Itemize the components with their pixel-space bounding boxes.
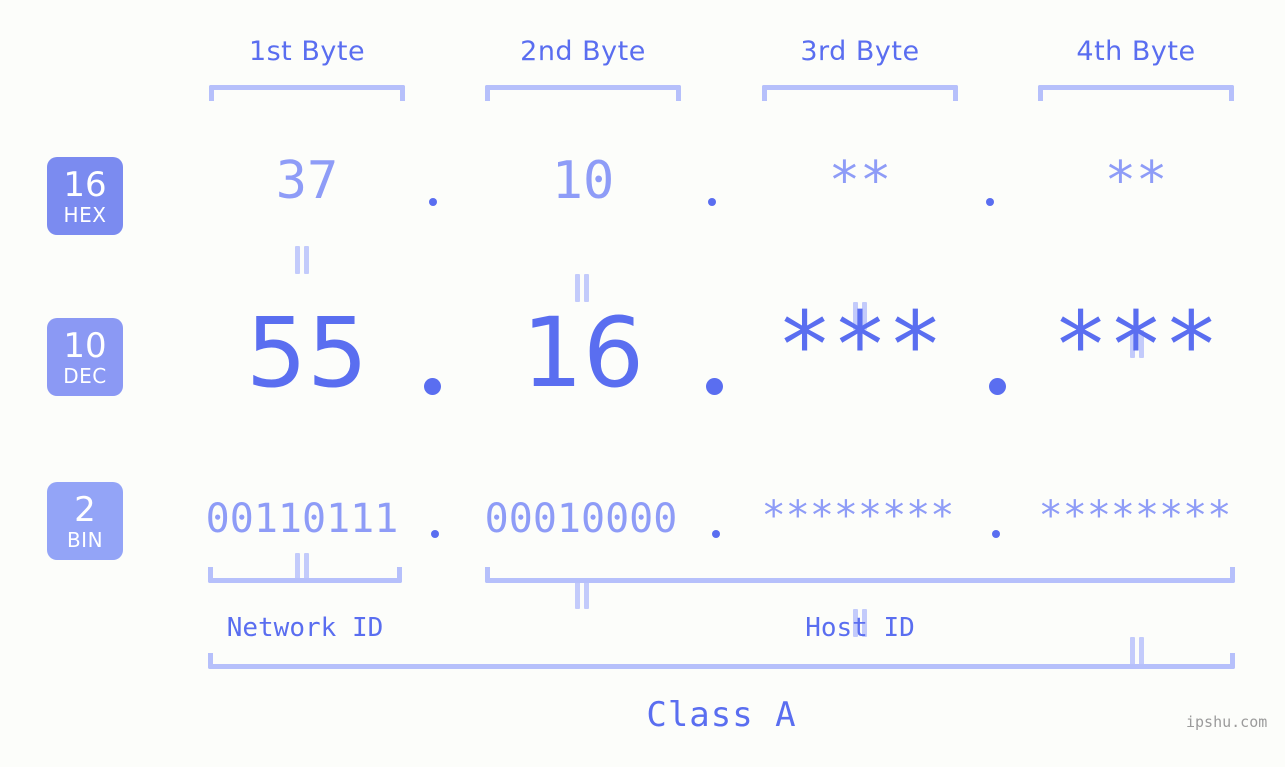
base-badge-hex-number: 16 xyxy=(63,164,107,205)
host-id-bracket xyxy=(485,567,1235,583)
hex-value-byte-3: ** xyxy=(828,151,892,211)
base-badge-bin-name: BIN xyxy=(66,527,104,552)
bin-value-byte-4: ******** xyxy=(1038,493,1232,539)
byte-bracket-3 xyxy=(762,85,958,101)
base-badge-dec-name: DEC xyxy=(63,363,107,388)
host-id-label: Host ID xyxy=(805,613,915,643)
hex-value-byte-1: 37 xyxy=(275,151,339,211)
base-badge-hex: 16 HEX xyxy=(47,157,123,235)
byte-header-label-2: 2nd Byte xyxy=(520,36,646,67)
byte-header-label-1: 1st Byte xyxy=(248,36,366,67)
dec-value-byte-3: *** xyxy=(776,292,944,399)
hex-value-byte-4: ** xyxy=(1104,151,1168,211)
dec-value-byte-2: 16 xyxy=(521,297,645,409)
hex-separator-dot-2 xyxy=(708,198,716,206)
equals-symbol-hex-dec-1 xyxy=(293,246,311,274)
watermark-text: ipshu.com xyxy=(1186,713,1268,731)
hex-value-byte-2: 10 xyxy=(551,151,615,211)
bin-value-byte-1: 00110111 xyxy=(205,496,399,542)
dec-value-byte-1: 55 xyxy=(245,297,369,409)
bin-value-byte-3: ******** xyxy=(761,493,955,539)
dec-separator-dot-1 xyxy=(424,378,441,395)
network-id-bracket xyxy=(208,567,402,583)
ip-address-breakdown-diagram: 1st Byte 2nd Byte 3rd Byte 4th Byte 16 H… xyxy=(0,0,1285,767)
hex-separator-dot-1 xyxy=(429,198,437,206)
dec-value-byte-4: *** xyxy=(1052,292,1220,399)
byte-bracket-2 xyxy=(485,85,681,101)
dec-separator-dot-2 xyxy=(706,378,723,395)
base-badge-bin-number: 2 xyxy=(74,489,96,530)
byte-header-label-3: 3rd Byte xyxy=(800,36,920,67)
base-badge-dec: 10 DEC xyxy=(47,318,123,396)
hex-separator-dot-3 xyxy=(986,198,994,206)
bin-separator-dot-2 xyxy=(712,530,720,538)
equals-symbol-dec-bin-2 xyxy=(573,581,591,609)
dec-separator-dot-3 xyxy=(989,378,1006,395)
byte-bracket-4 xyxy=(1038,85,1234,101)
byte-bracket-1 xyxy=(209,85,405,101)
base-badge-bin: 2 BIN xyxy=(47,482,123,560)
class-label: Class A xyxy=(646,695,797,735)
bin-separator-dot-3 xyxy=(992,530,1000,538)
network-id-label: Network ID xyxy=(226,613,384,643)
class-bracket xyxy=(208,653,1235,669)
base-badge-dec-number: 10 xyxy=(63,325,107,366)
byte-header-label-4: 4th Byte xyxy=(1076,36,1196,67)
bin-separator-dot-1 xyxy=(431,530,439,538)
bin-value-byte-2: 00010000 xyxy=(484,496,678,542)
base-badge-hex-name: HEX xyxy=(63,202,107,227)
